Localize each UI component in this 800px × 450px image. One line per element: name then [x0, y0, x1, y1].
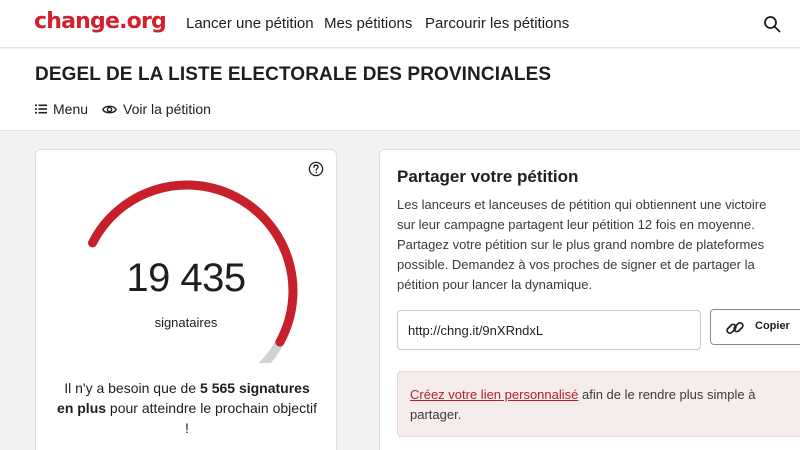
- copy-label: Copier: [755, 320, 790, 332]
- petition-title: DEGEL DE LA LISTE ELECTORALE DES PROVINC…: [35, 64, 552, 85]
- custom-link-promo: Créez votre lien personnalisé afin de le…: [397, 371, 800, 437]
- signatures-needed-text: Il n'y a besoin que de 5 565 signatures …: [56, 378, 318, 438]
- copy-link-button[interactable]: Copier: [710, 309, 800, 345]
- view-petition-label: Voir la pétition: [123, 101, 211, 117]
- signature-count-label: signataires: [154, 315, 218, 330]
- signature-count: 19 435: [126, 256, 246, 300]
- custom-link-anchor[interactable]: Créez votre lien personnalisé: [410, 387, 578, 402]
- nav-my-petitions[interactable]: Mes pétitions: [324, 15, 412, 32]
- menu-button[interactable]: Menu: [35, 101, 88, 117]
- list-icon: [35, 104, 47, 114]
- view-petition-link[interactable]: Voir la pétition: [102, 101, 211, 117]
- nav-browse-petitions[interactable]: Parcourir les pétitions: [425, 15, 569, 32]
- share-description: Les lanceurs et lanceuses de pétition qu…: [397, 197, 767, 292]
- share-card: Partager votre pétition Les lanceurs et …: [379, 149, 800, 450]
- change-org-logo[interactable]: change.org: [34, 9, 167, 34]
- question-circle-icon[interactable]: [308, 161, 324, 177]
- petition-header: DEGEL DE LA LISTE ELECTORALE DES PROVINC…: [0, 49, 800, 131]
- menu-label: Menu: [53, 101, 89, 117]
- nav-start-petition[interactable]: Lancer une pétition: [186, 15, 314, 32]
- need-prefix: Il n'y a besoin que de: [64, 380, 201, 396]
- eye-icon: [102, 105, 117, 113]
- search-icon[interactable]: [763, 15, 781, 33]
- share-link-field[interactable]: [397, 310, 701, 350]
- signature-progress-card: 19 435 signataires Il n'y a besoin que d…: [35, 149, 337, 450]
- link-icon: [726, 321, 744, 335]
- top-navigation-bar: change.org Lancer une pétition Mes pétit…: [0, 0, 800, 48]
- share-title: Partager votre pétition: [397, 167, 579, 186]
- need-suffix: pour atteindre le prochain objectif !: [106, 400, 317, 436]
